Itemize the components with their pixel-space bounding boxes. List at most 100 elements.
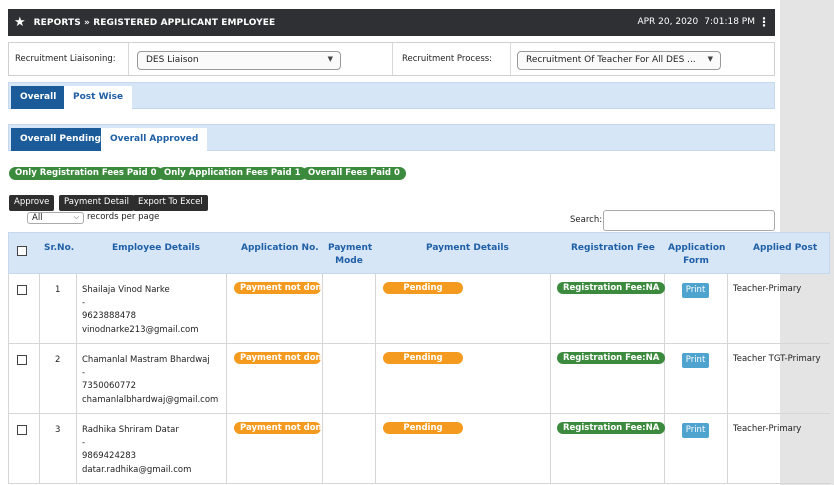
table-row: 2 Chamanlal Mastram Bhardwaj - 735006077… bbox=[8, 344, 830, 414]
payment-status-badge: Pending bbox=[383, 352, 463, 364]
employee-details: Shailaja Vinod Narke - 9623888478 vinodn… bbox=[82, 284, 199, 337]
divider bbox=[128, 43, 129, 75]
column-divider bbox=[226, 344, 227, 413]
application-status-badge: Payment not done bbox=[234, 282, 321, 294]
employee-details: Chamanlal Mastram Bhardwaj - 7350060772 … bbox=[82, 354, 218, 407]
employee-name: Radhika Shriram Datar bbox=[82, 425, 179, 435]
chevron-down-icon: ▼ bbox=[327, 55, 333, 63]
liaisoning-label: Recruitment Liaisoning: bbox=[15, 54, 116, 64]
column-divider bbox=[375, 344, 376, 413]
column-divider bbox=[322, 274, 323, 343]
column-divider bbox=[727, 344, 728, 413]
export-excel-button[interactable]: Export To Excel bbox=[133, 195, 208, 211]
tab-post-wise[interactable]: Post Wise bbox=[64, 86, 133, 109]
column-divider bbox=[76, 344, 77, 413]
column-header-application-no[interactable]: Application No. bbox=[241, 242, 319, 255]
badge-application-fees: Only Application Fees Paid 1 bbox=[158, 167, 307, 180]
table-header: Sr.No. Employee Details Application No. … bbox=[8, 232, 830, 274]
row-checkbox[interactable] bbox=[17, 355, 27, 365]
column-header-payment-details[interactable]: Payment Details bbox=[426, 242, 509, 255]
badge-registration-fees: Only Registration Fees Paid 0 bbox=[9, 167, 163, 180]
payment-status-badge: Pending bbox=[383, 422, 463, 434]
divider bbox=[392, 43, 393, 75]
table-row: 3 Radhika Shriram Datar - 9869424283 dat… bbox=[8, 414, 830, 484]
column-divider bbox=[226, 274, 227, 343]
page-header: ★ REPORTS » REGISTERED APPLICANT EMPLOYE… bbox=[8, 9, 775, 36]
records-per-page-value: All bbox=[32, 213, 43, 223]
registration-fee-badge: Registration Fee:NA bbox=[557, 352, 666, 364]
column-divider bbox=[39, 414, 40, 483]
row-checkbox[interactable] bbox=[17, 285, 27, 295]
column-header-payment-mode[interactable]: Payment Mode bbox=[328, 242, 373, 268]
column-divider bbox=[76, 414, 77, 483]
table-row: 1 Shailaja Vinod Narke - 9623888478 vino… bbox=[8, 274, 830, 344]
column-header-sr[interactable]: Sr.No. bbox=[44, 242, 74, 255]
column-header-employee[interactable]: Employee Details bbox=[112, 242, 200, 255]
divider bbox=[510, 43, 511, 75]
approve-button[interactable]: Approve bbox=[9, 195, 55, 211]
column-divider bbox=[550, 344, 551, 413]
column-header-payment-mode-line2: Mode bbox=[335, 256, 363, 266]
employee-email: vinodnarke213@gmail.com bbox=[82, 324, 199, 335]
employee-phone: 7350060772 bbox=[82, 381, 137, 392]
process-label: Recruitment Process: bbox=[402, 54, 493, 64]
application-status-badge: Payment not done bbox=[234, 422, 321, 434]
records-per-page-label: records per page bbox=[87, 212, 160, 222]
column-header-applied-post[interactable]: Applied Post bbox=[753, 242, 817, 255]
applied-post: Teacher-Primary bbox=[733, 284, 802, 294]
column-divider bbox=[727, 274, 728, 343]
row-checkbox[interactable] bbox=[17, 425, 27, 435]
registration-fee-badge: Registration Fee:NA bbox=[557, 282, 666, 294]
records-per-page-select[interactable]: All ⌵ bbox=[27, 212, 84, 224]
applied-post: Teacher TGT-Primary bbox=[733, 354, 821, 364]
column-divider bbox=[375, 274, 376, 343]
employee-details: Radhika Shriram Datar - 9869424283 datar… bbox=[82, 424, 191, 477]
star-icon[interactable]: ★ bbox=[14, 15, 26, 30]
process-select-value: Recruitment Of Teacher For All DES ... bbox=[526, 55, 696, 65]
header-datetime: APR 20, 2020 7:01:18 PM bbox=[637, 17, 755, 27]
employee-name: Chamanlal Mastram Bhardwaj bbox=[82, 355, 210, 365]
column-header-payment-mode-line1: Payment bbox=[328, 243, 373, 253]
badge-overall-fees: Overall Fees Paid 0 bbox=[302, 167, 406, 180]
kebab-menu-icon[interactable]: ⋮ bbox=[758, 15, 770, 29]
employee-email: datar.radhika@gmail.com bbox=[82, 464, 192, 475]
search-input[interactable] bbox=[603, 210, 775, 231]
header-time: 7:01:18 PM bbox=[704, 17, 755, 27]
employee-separator: - bbox=[82, 298, 86, 309]
column-divider bbox=[76, 274, 77, 343]
employee-name: Shailaja Vinod Narke bbox=[82, 285, 170, 295]
print-button[interactable]: Print bbox=[682, 423, 709, 438]
column-divider bbox=[322, 414, 323, 483]
column-divider bbox=[375, 414, 376, 483]
print-button[interactable]: Print bbox=[682, 353, 709, 368]
tab-overall[interactable]: Overall bbox=[11, 86, 66, 109]
column-header-registration-fee[interactable]: Registration Fee bbox=[571, 242, 655, 255]
sub-tabbar: Overall Pending Overall Approved bbox=[8, 124, 775, 151]
employee-phone: 9869424283 bbox=[82, 451, 137, 462]
tab-overall-approved[interactable]: Overall Approved bbox=[101, 128, 208, 151]
select-all-checkbox[interactable] bbox=[17, 246, 27, 256]
liaisoning-select-value: DES Liaison bbox=[146, 55, 199, 65]
application-status-badge: Payment not done bbox=[234, 352, 321, 364]
print-button[interactable]: Print bbox=[682, 283, 709, 298]
employee-separator: - bbox=[82, 368, 86, 379]
column-divider bbox=[39, 344, 40, 413]
payment-detail-button[interactable]: Payment Detail bbox=[59, 195, 134, 211]
chevron-down-icon: ⌵ bbox=[73, 213, 79, 221]
header-date: APR 20, 2020 bbox=[637, 17, 699, 27]
column-divider bbox=[727, 414, 728, 483]
process-select[interactable]: Recruitment Of Teacher For All DES ... ▼ bbox=[517, 51, 721, 70]
tab-overall-pending[interactable]: Overall Pending bbox=[11, 128, 110, 151]
registration-fee-badge: Registration Fee:NA bbox=[557, 422, 666, 434]
applied-post: Teacher-Primary bbox=[733, 424, 802, 434]
column-header-application-form[interactable]: Application Form bbox=[668, 242, 726, 268]
column-divider bbox=[39, 274, 40, 343]
main-tabbar: Overall Post Wise bbox=[8, 82, 775, 109]
applicants-table: Sr.No. Employee Details Application No. … bbox=[8, 232, 830, 484]
employee-email: chamanlalbhardwaj@gmail.com bbox=[82, 394, 219, 405]
chevron-down-icon: ▼ bbox=[707, 55, 713, 63]
liaisoning-select[interactable]: DES Liaison ▼ bbox=[137, 51, 341, 70]
payment-status-badge: Pending bbox=[383, 282, 463, 294]
row-sr-no: 3 bbox=[55, 425, 61, 435]
column-header-application-form-line1: Application bbox=[668, 243, 726, 253]
